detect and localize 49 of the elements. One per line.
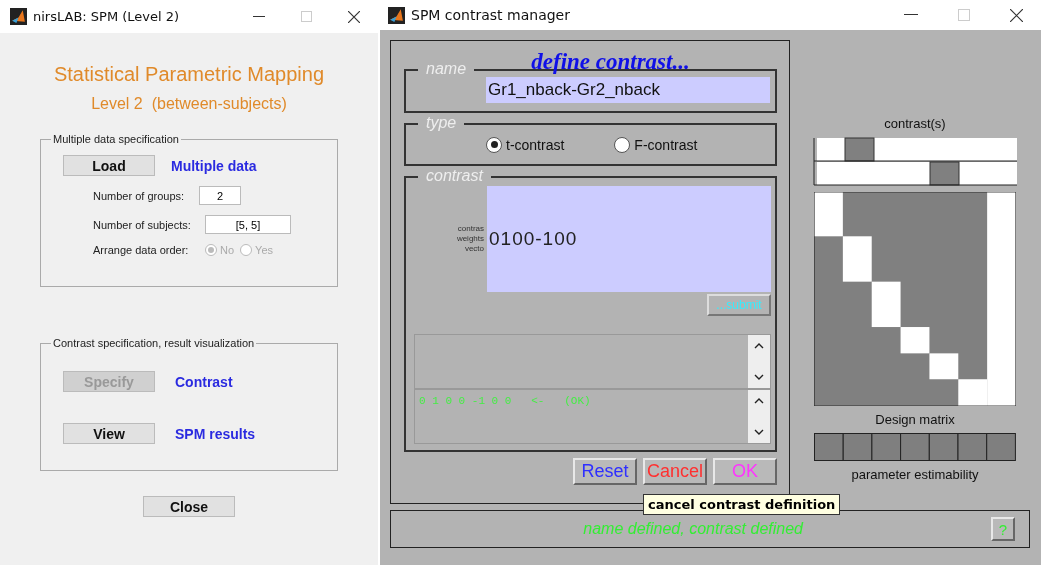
radio-label: F-contrast [634, 136, 698, 153]
radio-label: Yes [255, 244, 273, 256]
radio-button[interactable] [486, 136, 502, 153]
input-field[interactable]: [5, 5] [205, 215, 291, 234]
window-title: SPM contrast manager [411, 7, 570, 23]
close-icon[interactable] [348, 10, 360, 23]
dialog-button[interactable]: Reset [573, 458, 637, 485]
scroll-up-icon[interactable] [754, 398, 764, 404]
status-text: name defined, contrast defined [583, 520, 803, 538]
heading: Statistical Parametric Mapping [53, 63, 325, 86]
close-button[interactable]: Close [143, 496, 235, 517]
load-button[interactable]: Load [63, 155, 155, 176]
field-label: Number of subjects: [93, 218, 192, 231]
load-label: Multiple data [171, 157, 257, 174]
plot-title: contrast(s) [884, 116, 946, 131]
window-title: nirsLAB: SPM (Level 2) [33, 9, 180, 24]
heading: define contrast... [531, 49, 690, 75]
close-icon[interactable] [1010, 8, 1023, 22]
radio-label: t-contrast [506, 136, 565, 153]
scroll-down-icon[interactable] [754, 429, 764, 435]
radio-button[interactable] [614, 136, 631, 153]
weights-field[interactable]: 0100-100 [487, 186, 771, 292]
subheading: Level 2 (between-subjects) [91, 95, 287, 113]
group-legend: Contrast specification, result visualization [51, 337, 257, 349]
field-label: Arrange data order: [93, 244, 190, 256]
plot-title: parameter estimability [851, 467, 979, 482]
minimize-icon[interactable] [904, 14, 918, 16]
radio-label: No [220, 244, 235, 256]
action-label: SPM results [175, 425, 256, 442]
scrollbar[interactable] [748, 335, 770, 388]
input-field[interactable]: 2 [199, 186, 241, 205]
plot-title: Design matrix [875, 412, 955, 427]
app-logo-icon [10, 8, 27, 25]
action-label: Contrast [175, 373, 233, 390]
field-label: Number of groups: [93, 189, 186, 202]
section-legend: type [418, 114, 465, 132]
app-logo-icon [388, 6, 405, 24]
scroll-up-icon[interactable] [754, 343, 764, 349]
group-legend: Multiple data specification [51, 133, 181, 145]
weights-label: contras [457, 224, 484, 234]
weights-label: weights [456, 234, 484, 244]
minimize-icon[interactable] [253, 15, 265, 18]
scroll-down-icon[interactable] [754, 374, 764, 380]
tooltip: cancel contrast definition [643, 494, 841, 515]
weights-label: vecto [464, 244, 484, 254]
action-button[interactable]: View [63, 423, 155, 444]
scrollbar[interactable] [748, 390, 770, 443]
log-line: 0 1 0 0 -1 0 0 <- (OK) [419, 395, 591, 407]
name-field[interactable]: Gr1_nback-Gr2_nback [486, 77, 770, 103]
